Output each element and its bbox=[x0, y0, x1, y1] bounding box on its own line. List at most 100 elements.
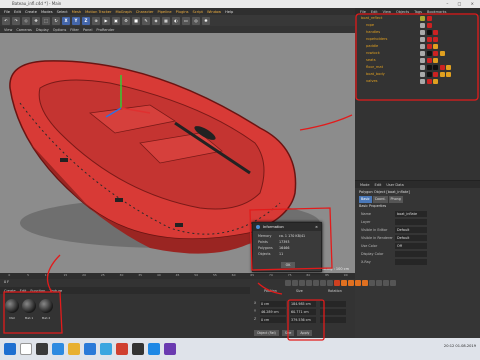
material-label[interactable]: Mat.1 bbox=[21, 316, 37, 320]
object-tag-icon[interactable] bbox=[433, 79, 438, 84]
file-explorer-icon[interactable] bbox=[68, 343, 80, 355]
object-tag-icon[interactable] bbox=[426, 72, 432, 77]
cube-icon[interactable]: ■ bbox=[132, 16, 140, 25]
object-row[interactable]: valves bbox=[355, 78, 480, 85]
next-frame-icon[interactable] bbox=[313, 280, 319, 286]
object-row[interactable]: paddle bbox=[355, 43, 480, 50]
attribute-value-field[interactable]: Default bbox=[395, 235, 427, 241]
object-tag-icon[interactable] bbox=[433, 44, 438, 49]
object-tag-icon[interactable] bbox=[420, 23, 425, 28]
object-name[interactable]: handles bbox=[366, 29, 380, 36]
scale-key-icon[interactable] bbox=[362, 280, 368, 286]
attribute-value-field[interactable]: Default bbox=[395, 227, 427, 233]
pla-key-icon[interactable] bbox=[383, 280, 389, 286]
object-row[interactable]: rope bbox=[355, 22, 480, 29]
menu-item-mograph[interactable]: MoGraph bbox=[115, 10, 131, 14]
record-icon[interactable] bbox=[334, 280, 340, 286]
menu-item-window[interactable]: Window bbox=[207, 10, 221, 14]
system-tray[interactable]: 20:12 01.08.2019 bbox=[444, 344, 476, 348]
object-tag-icon[interactable] bbox=[426, 23, 432, 28]
light-icon[interactable]: ✺ bbox=[202, 16, 210, 25]
size-mode-dropdown[interactable]: Size bbox=[281, 330, 295, 336]
attribute-menu-user-data[interactable]: User Data bbox=[386, 183, 403, 187]
view-menu-options[interactable]: Options bbox=[53, 28, 67, 32]
scale-tool-icon[interactable]: ⬚ bbox=[42, 16, 50, 25]
keyframe-selection-icon[interactable] bbox=[348, 280, 354, 286]
view-menu-prorender[interactable]: ProRender bbox=[96, 28, 114, 32]
y-axis-lock[interactable]: Y bbox=[72, 16, 80, 25]
object-name[interactable]: paddle bbox=[366, 43, 378, 50]
windows-start-icon[interactable] bbox=[4, 343, 16, 355]
object-row[interactable]: rowlock bbox=[355, 50, 480, 57]
object-menu-view[interactable]: View bbox=[383, 10, 391, 14]
size-field[interactable]: 60.771 cm bbox=[290, 309, 316, 315]
object-row[interactable]: boat_reflect bbox=[355, 15, 480, 22]
view-menu-display[interactable]: Display bbox=[36, 28, 49, 32]
rotation-field[interactable] bbox=[320, 317, 346, 323]
go-to-end-icon[interactable] bbox=[327, 280, 333, 286]
edge-icon[interactable] bbox=[52, 343, 64, 355]
object-name[interactable]: boat_reflect bbox=[361, 15, 382, 22]
size-field[interactable]: 379.536 cm bbox=[290, 317, 316, 323]
deformer-icon[interactable]: ◐ bbox=[172, 16, 180, 25]
view-menu-panel[interactable]: Panel bbox=[83, 28, 92, 32]
coordinate-system-icon[interactable]: ⊕ bbox=[92, 16, 100, 25]
window-controls[interactable]: – □ × bbox=[446, 0, 478, 8]
object-tag-icon[interactable] bbox=[433, 30, 438, 35]
menu-item-plugins[interactable]: Plugins bbox=[176, 10, 189, 14]
menu-item-pipeline[interactable]: Pipeline bbox=[158, 10, 172, 14]
param-key-icon[interactable] bbox=[376, 280, 382, 286]
position-key-icon[interactable] bbox=[355, 280, 361, 286]
object-tag-icon[interactable] bbox=[420, 37, 425, 42]
render-picture-viewer-icon[interactable]: ▣ bbox=[112, 16, 120, 25]
object-tag-icon[interactable] bbox=[439, 65, 445, 70]
rotation-key-icon[interactable] bbox=[369, 280, 375, 286]
redo-icon[interactable]: ↷ bbox=[12, 16, 20, 25]
object-tag-icon[interactable] bbox=[426, 30, 432, 35]
undo-icon[interactable]: ↶ bbox=[2, 16, 10, 25]
object-tag-icon[interactable] bbox=[433, 72, 438, 77]
object-name[interactable]: floor_mat bbox=[366, 64, 383, 71]
attribute-value-field[interactable] bbox=[395, 251, 427, 257]
object-menu-objects[interactable]: Objects bbox=[396, 10, 409, 14]
previous-key-icon[interactable] bbox=[292, 280, 298, 286]
object-tag-icon[interactable] bbox=[446, 72, 451, 77]
menu-item-script[interactable]: Script bbox=[193, 10, 203, 14]
menu-item-mesh[interactable]: Mesh bbox=[72, 10, 81, 14]
view-menu-view[interactable]: View bbox=[4, 28, 12, 32]
menu-item-select[interactable]: Select bbox=[57, 10, 68, 14]
position-field[interactable]: 0 cm bbox=[260, 301, 286, 307]
object-tag-icon[interactable] bbox=[420, 16, 425, 21]
mail-icon[interactable] bbox=[100, 343, 112, 355]
view-menu-cameras[interactable]: Cameras bbox=[16, 28, 32, 32]
attribute-value-field[interactable] bbox=[395, 259, 427, 265]
object-tag-icon[interactable] bbox=[426, 16, 432, 21]
object-name[interactable]: ropeholders bbox=[366, 36, 387, 43]
object-row[interactable]: seats bbox=[355, 57, 480, 64]
task-view-icon[interactable] bbox=[36, 343, 48, 355]
attribute-tab-coord[interactable]: Coord. bbox=[372, 196, 388, 203]
attribute-value-field[interactable] bbox=[395, 219, 427, 225]
object-tag-icon[interactable] bbox=[426, 79, 432, 84]
menu-item-modes[interactable]: Modes bbox=[41, 10, 53, 14]
object-row[interactable]: ropeholders bbox=[355, 36, 480, 43]
menu-item-motion-tracker[interactable]: Motion Tracker bbox=[85, 10, 111, 14]
object-menu-tags[interactable]: Tags bbox=[414, 10, 422, 14]
view-menu-filter[interactable]: Filter bbox=[70, 28, 79, 32]
search-icon[interactable] bbox=[20, 343, 32, 355]
coordinate-mode-dropdown[interactable]: Object (Rel) bbox=[254, 330, 279, 336]
z-axis-lock[interactable]: Z bbox=[82, 16, 90, 25]
attribute-value-field[interactable]: boat_inflate bbox=[395, 211, 427, 217]
timeline[interactable]: 0 5 10 15 20 25 30 35 40 45 50 55 60 65 70 75 80 85 90 0 F bbox=[0, 273, 396, 287]
rotation-field[interactable] bbox=[320, 301, 346, 307]
object-tag-icon[interactable] bbox=[420, 58, 425, 63]
object-tag-icon[interactable] bbox=[420, 51, 425, 56]
object-row[interactable]: floor_mat bbox=[355, 64, 480, 71]
object-tag-icon[interactable] bbox=[426, 65, 432, 70]
rotate-tool-icon[interactable]: ↻ bbox=[52, 16, 60, 25]
material-menu-edit[interactable]: Edit bbox=[20, 289, 27, 293]
object-tag-icon[interactable] bbox=[439, 51, 445, 56]
menu-item-help[interactable]: Help bbox=[225, 10, 233, 14]
object-row[interactable]: handles bbox=[355, 29, 480, 36]
x-axis-lock[interactable]: X bbox=[62, 16, 70, 25]
